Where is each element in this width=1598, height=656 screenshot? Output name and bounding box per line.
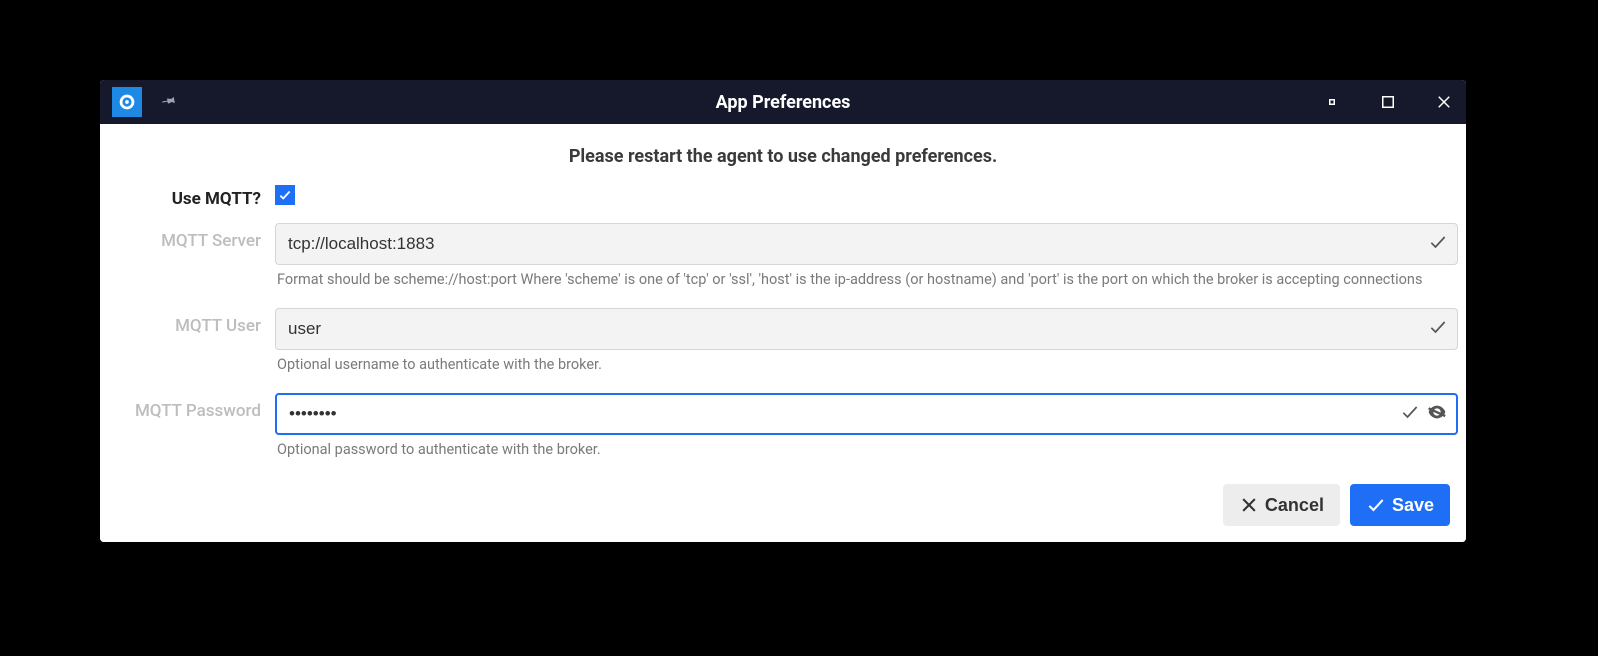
preferences-form: Use MQTT? MQTT Server bbox=[100, 181, 1466, 526]
maximize-button[interactable] bbox=[1374, 88, 1402, 116]
toggle-visibility-icon[interactable] bbox=[1426, 401, 1448, 427]
mqtt-password-label: MQTT Password bbox=[100, 393, 275, 421]
pin-icon[interactable] bbox=[153, 87, 181, 116]
valid-check-icon bbox=[1428, 317, 1448, 341]
restart-notice: Please restart the agent to use changed … bbox=[100, 140, 1466, 181]
cancel-button[interactable]: Cancel bbox=[1223, 484, 1340, 526]
cancel-button-label: Cancel bbox=[1265, 495, 1324, 516]
mqtt-password-help: Optional password to authenticate with t… bbox=[275, 435, 1458, 472]
save-button-label: Save bbox=[1392, 495, 1434, 516]
mqtt-password-input[interactable] bbox=[275, 393, 1458, 435]
valid-check-icon bbox=[1428, 232, 1448, 256]
valid-check-icon bbox=[1400, 402, 1420, 426]
mqtt-server-help: Format should be scheme://host:port Wher… bbox=[275, 265, 1458, 302]
preferences-window: App Preferences Please restart the agent… bbox=[100, 80, 1466, 542]
save-button[interactable]: Save bbox=[1350, 484, 1450, 526]
check-icon bbox=[1366, 495, 1386, 515]
restore-button[interactable] bbox=[1318, 88, 1346, 116]
window-title: App Preferences bbox=[100, 92, 1466, 113]
content-area: Please restart the agent to use changed … bbox=[100, 124, 1466, 542]
app-icon bbox=[112, 87, 142, 117]
close-icon bbox=[1239, 495, 1259, 515]
mqtt-user-label: MQTT User bbox=[100, 308, 275, 336]
mqtt-user-help: Optional username to authenticate with t… bbox=[275, 350, 1458, 387]
use-mqtt-label: Use MQTT? bbox=[100, 181, 275, 209]
mqtt-user-input[interactable] bbox=[275, 308, 1458, 350]
close-button[interactable] bbox=[1430, 88, 1458, 116]
mqtt-server-input[interactable] bbox=[275, 223, 1458, 265]
mqtt-server-label: MQTT Server bbox=[100, 223, 275, 251]
titlebar: App Preferences bbox=[100, 80, 1466, 124]
use-mqtt-checkbox[interactable] bbox=[275, 185, 295, 205]
